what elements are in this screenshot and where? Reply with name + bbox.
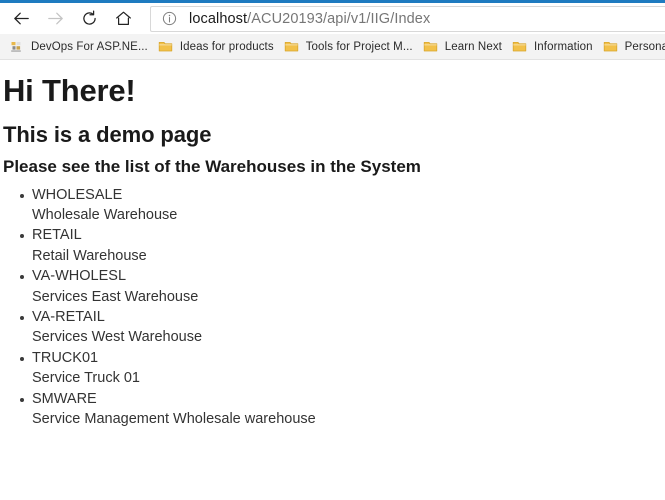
- folder-icon: [423, 39, 439, 55]
- page-title: Hi There!: [3, 73, 136, 108]
- bookmark-devops-for-asp-net[interactable]: DevOps For ASP.NE...: [6, 36, 155, 58]
- back-button[interactable]: [4, 5, 38, 33]
- warehouse-description: Wholesale Warehouse: [32, 206, 178, 223]
- warehouse-code: RETAIL: [32, 227, 82, 244]
- info-icon[interactable]: [161, 11, 177, 27]
- back-arrow-icon: [13, 12, 29, 25]
- forward-button[interactable]: [38, 5, 72, 33]
- folder-icon: [158, 39, 174, 55]
- bookmark-label: Personal: [624, 40, 665, 53]
- section-heading: Please see the list of the Warehouses in…: [3, 157, 421, 177]
- url-text: localhost/ACU20193/api/v1/IIG/Index: [189, 11, 430, 27]
- url-path: /ACU20193/api/v1/IIG/Index: [247, 10, 431, 27]
- list-item: RETAIL Retail Warehouse: [3, 225, 657, 266]
- bookmark-label: Tools for Project M...: [305, 40, 413, 53]
- address-bar[interactable]: localhost/ACU20193/api/v1/IIG/Index: [150, 5, 665, 32]
- site-favicon-icon: [9, 39, 25, 55]
- url-host: localhost: [189, 10, 248, 27]
- bookmark-information[interactable]: Information: [509, 36, 600, 58]
- list-item: SMWARE Service Management Wholesale ware…: [3, 389, 657, 430]
- bookmark-label: Information: [533, 40, 593, 53]
- warehouse-code: VA-WHOLESL: [32, 268, 127, 285]
- warehouse-code: SMWARE: [32, 390, 97, 407]
- warehouse-description: Services East Warehouse: [32, 288, 199, 305]
- list-item: TRUCK01 Service Truck 01: [3, 348, 657, 389]
- list-item: VA-RETAIL Services West Warehouse: [3, 307, 657, 348]
- warehouse-code: TRUCK01: [32, 349, 99, 366]
- browser-toolbar: localhost/ACU20193/api/v1/IIG/Index: [0, 3, 665, 34]
- home-button[interactable]: [106, 5, 140, 33]
- refresh-button[interactable]: [72, 5, 106, 33]
- bookmark-tools-for-project-m[interactable]: Tools for Project M...: [281, 36, 420, 58]
- bookmarks-bar: DevOps For ASP.NE... Ideas for products …: [0, 34, 665, 60]
- bookmark-label: Learn Next: [444, 40, 502, 53]
- browser-window: localhost/ACU20193/api/v1/IIG/Index DevO…: [0, 0, 665, 500]
- bookmark-personal[interactable]: Personal: [600, 36, 665, 58]
- warehouse-code: VA-RETAIL: [32, 309, 105, 325]
- page-content: Hi There! This is a demo page Please see…: [0, 60, 665, 500]
- bookmark-ideas-for-products[interactable]: Ideas for products: [155, 36, 281, 58]
- folder-icon: [284, 39, 300, 55]
- forward-arrow-icon: [47, 12, 63, 25]
- page-subtitle: This is a demo page: [3, 121, 212, 147]
- list-item: WHOLESALE Wholesale Warehouse: [3, 185, 657, 226]
- bookmark-label: DevOps For ASP.NE...: [31, 40, 148, 53]
- warehouse-list: WHOLESALE Wholesale Warehouse RETAIL Ret…: [3, 185, 657, 430]
- folder-icon: [603, 39, 619, 55]
- warehouse-description: Service Truck 01: [32, 370, 140, 387]
- bookmark-learn-next[interactable]: Learn Next: [420, 36, 509, 58]
- warehouse-description: Retail Warehouse: [32, 247, 147, 264]
- refresh-icon: [82, 10, 96, 25]
- list-item: VA-WHOLESL Services East Warehouse: [3, 266, 657, 307]
- folder-icon: [512, 39, 528, 55]
- home-icon: [115, 11, 131, 25]
- warehouse-description: Service Management Wholesale warehouse: [32, 411, 316, 428]
- bookmark-label: Ideas for products: [179, 40, 274, 53]
- warehouse-description: Services West Warehouse: [32, 329, 203, 346]
- warehouse-code: WHOLESALE: [32, 186, 123, 203]
